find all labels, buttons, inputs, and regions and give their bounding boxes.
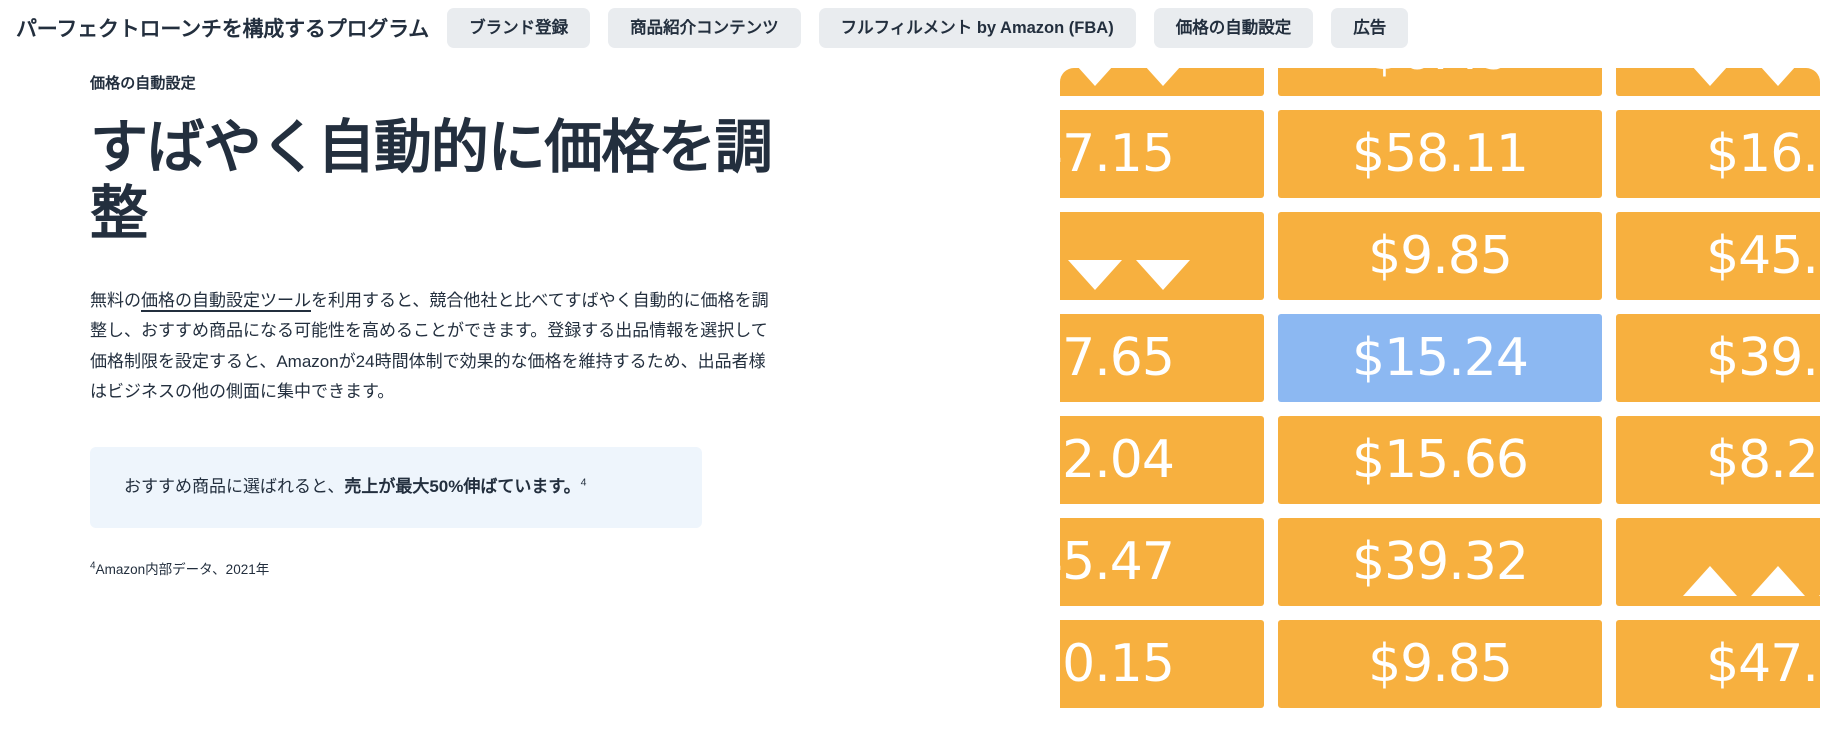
main-content: 価格の自動設定 すばやく自動的に価格を調整 無料の価格の自動設定ツールを利用する… (0, 56, 1845, 750)
price-cell: $15.24 (1278, 314, 1602, 402)
program-tab-list: ブランド登録 商品紹介コンテンツ フルフィルメント by Amazon (FBA… (447, 7, 1409, 49)
triangle-down-icon (1136, 260, 1190, 290)
triangle-up-icon (1683, 566, 1737, 596)
automated-pricing-tool-link[interactable]: 価格の自動設定ツール (141, 291, 311, 310)
price-cell: $6.49 (1278, 68, 1602, 96)
price-cell: $9.85 (1278, 620, 1602, 708)
price-cell: $9.85 (1278, 212, 1602, 300)
tab-a-plus-content[interactable]: 商品紹介コンテンツ (608, 7, 801, 49)
tab-automated-pricing[interactable]: 価格の自動設定 (1153, 7, 1314, 49)
triangle-up-icon (1819, 566, 1820, 596)
price-cell: $47.1 (1616, 620, 1820, 708)
tab-brand-registry[interactable]: ブランド登録 (447, 7, 591, 49)
page-title: パーフェクトローンチを構成するプログラム (16, 18, 430, 41)
price-cell: $39.32 (1278, 518, 1602, 606)
stat-callout: おすすめ商品に選ばれると、売上が最大50%伸ばています。4 (90, 447, 702, 528)
section-headline: すばやく自動的に価格を調整 (90, 115, 773, 246)
callout-emphasis: 売上が最大50%伸ばています。 (344, 477, 581, 497)
price-cell: $45.1 (1616, 212, 1820, 300)
callout-lead: おすすめ商品に選ばれると、 (124, 477, 345, 497)
triangle-down-icon (1751, 68, 1805, 86)
price-cell: 27.65 (1060, 314, 1264, 402)
price-grid: $6.4947.15$58.11$16.4$9.85$45.127.65$15.… (1060, 68, 1820, 708)
footnote: 4Amazon内部データ、2021年 (90, 558, 1040, 578)
price-cell: 10.15 (1060, 620, 1264, 708)
section-eyebrow: 価格の自動設定 (90, 75, 196, 92)
price-cell: 22.04 (1060, 416, 1264, 504)
tab-advertising[interactable]: 広告 (1331, 7, 1409, 49)
price-cell: 45.47 (1060, 518, 1264, 606)
footnote-text: Amazon内部データ、2021年 (95, 561, 270, 577)
price-cell: $15.66 (1278, 416, 1602, 504)
price-cell: $39.3 (1616, 314, 1820, 402)
tab-fba[interactable]: フルフィルメント by Amazon (FBA) (818, 7, 1136, 49)
triangle-down-icon (1136, 68, 1190, 86)
body-lead: 無料の (90, 291, 141, 311)
price-cell: $8.22 (1616, 416, 1820, 504)
trend-glyph-cell (1060, 212, 1264, 300)
triangle-down-icon (1068, 260, 1122, 290)
automated-pricing-image: $6.4947.15$58.11$16.4$9.85$45.127.65$15.… (1060, 68, 1820, 750)
triangle-down-icon (1819, 68, 1820, 86)
price-cell: $58.11 (1278, 110, 1602, 198)
price-cell: $16.4 (1616, 110, 1820, 198)
trend-glyph-cell (1616, 68, 1820, 96)
triangle-down-icon (1068, 68, 1122, 86)
trend-glyph-cell (1616, 518, 1820, 606)
triangle-up-icon (1751, 566, 1805, 596)
price-cell: 47.15 (1060, 110, 1264, 198)
text-column: 価格の自動設定 すばやく自動的に価格を調整 無料の価格の自動設定ツールを利用する… (0, 56, 1040, 578)
triangle-down-icon (1683, 68, 1737, 86)
trend-glyph-cell (1060, 68, 1264, 96)
callout-footnote-marker: 4 (580, 476, 587, 489)
page-header: パーフェクトローンチを構成するプログラム ブランド登録 商品紹介コンテンツ フル… (0, 0, 1845, 56)
section-body: 無料の価格の自動設定ツールを利用すると、競合他社と比べてすばやく自動的に価格を調… (90, 286, 770, 407)
